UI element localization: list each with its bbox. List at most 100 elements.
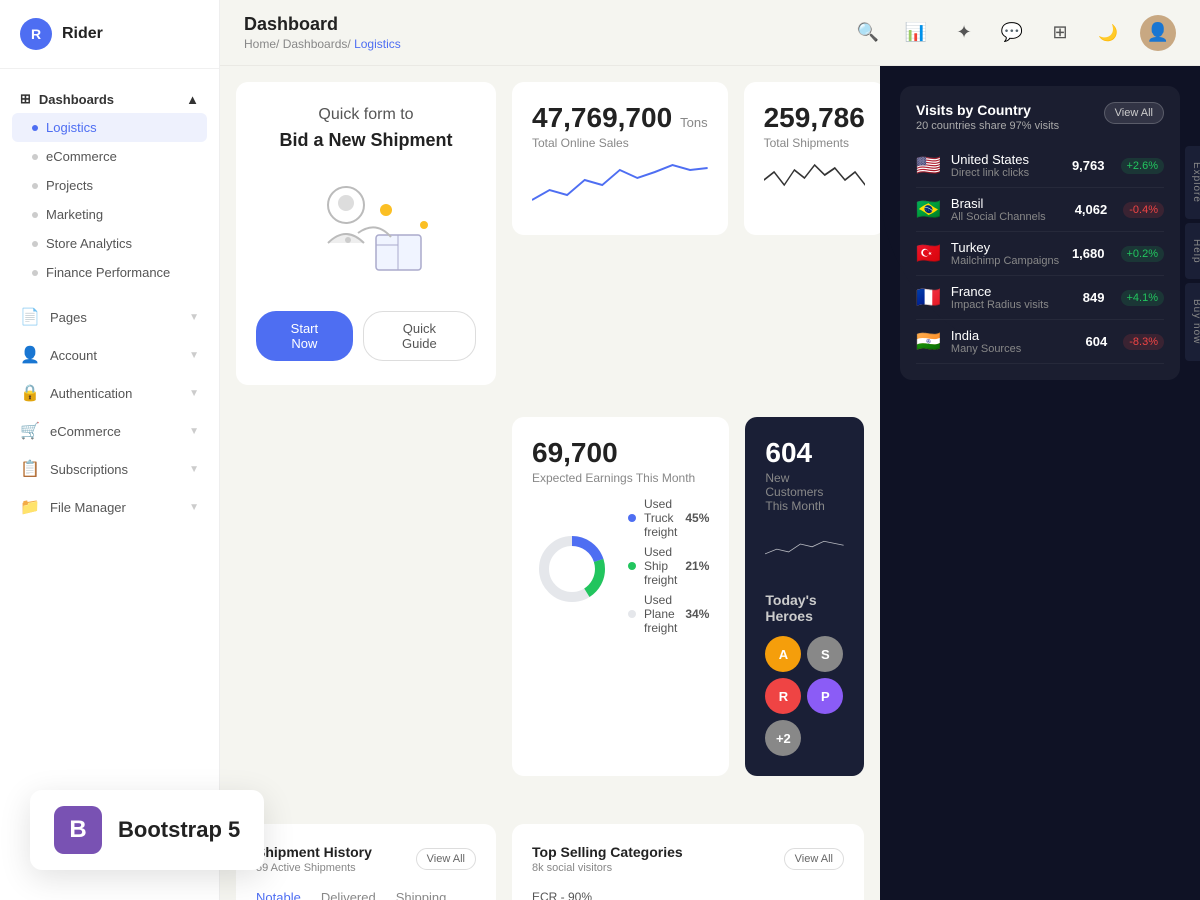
country-us: 🇺🇸 United States Direct link clicks 9,76… [916, 144, 1164, 188]
bootstrap-text: Bootstrap 5 [118, 817, 240, 843]
sidebar-item-logistics[interactable]: Logistics [12, 113, 207, 142]
header-right: 🔍 📊 ✦ 💬 ⊞ 🌙 👤 [852, 15, 1176, 51]
nav-account-label: Account [50, 348, 97, 363]
sidebar-item-ecommerce[interactable]: eCommerce [12, 142, 207, 171]
hero-avatar-r[interactable]: R [765, 678, 801, 714]
sidebar-item-marketing[interactable]: Marketing [12, 200, 207, 229]
breadcrumb-active: Logistics [354, 37, 401, 51]
country-source-us: Direct link clicks [951, 167, 1062, 179]
country-name-br: Brasil [951, 196, 1065, 211]
nav-subscriptions-label: Subscriptions [50, 462, 128, 477]
chevron-right-icon: ▼ [189, 426, 199, 437]
start-now-button[interactable]: Start Now [256, 311, 353, 361]
shipment-view-all-button[interactable]: View All [416, 848, 476, 870]
tab-delivered[interactable]: Delivered [321, 890, 376, 900]
nav-authentication[interactable]: 🔒 Authentication ▼ [8, 375, 211, 411]
nav-pages[interactable]: 📄 Pages ▼ [8, 299, 211, 335]
flag-fr: 🇫🇷 [916, 285, 941, 310]
shipment-history-card: Shipment History 59 Active Shipments Vie… [236, 824, 496, 900]
sidebar-item-label: Logistics [46, 120, 97, 135]
avatar[interactable]: 👤 [1140, 15, 1176, 51]
categories-title: Top Selling Categories [532, 844, 683, 860]
page-title: Dashboard [244, 14, 401, 35]
hero-avatar-s[interactable]: S [807, 636, 843, 672]
chevron-up-icon: ▲ [186, 92, 199, 107]
country-info-br: Brasil All Social Channels [951, 196, 1065, 223]
sidebar-item-label: eCommerce [46, 149, 117, 164]
bar-ecr: ECR - 90% 15,000 [532, 890, 844, 900]
sidebar-item-projects[interactable]: Projects [12, 171, 207, 200]
settings-icon[interactable]: ✦ [948, 17, 980, 49]
donut-container: Used Truck freight 45% Used Ship freight… [532, 497, 709, 641]
nav-subscriptions[interactable]: 📋 Subscriptions ▼ [8, 451, 211, 487]
country-name-us: United States [951, 152, 1062, 167]
country-name-tr: Turkey [951, 240, 1062, 255]
nav-account[interactable]: 👤 Account ▼ [8, 337, 211, 373]
sidebar-item-label: Store Analytics [46, 236, 132, 251]
bid-illustration [286, 175, 446, 295]
help-label[interactable]: Help [1185, 223, 1200, 280]
buy-now-label[interactable]: Buy now [1185, 283, 1200, 360]
bid-subtitle: Bid a New Shipment [279, 130, 452, 151]
logo[interactable]: R Rider [0, 0, 219, 69]
heroes-section: Today's Heroes A S R P +2 [765, 592, 844, 756]
total-sales-unit: Tons [680, 115, 707, 130]
sidebar-item-finance[interactable]: Finance Performance [12, 258, 207, 287]
dashboards-header[interactable]: ⊞ Dashboards ▲ [12, 85, 207, 113]
earnings-card: 69,700 Expected Earnings This Month [512, 417, 729, 776]
hero-avatar-p[interactable]: P [807, 678, 843, 714]
dark-mode-toggle[interactable]: 🌙 [1092, 17, 1124, 49]
nav-ecommerce[interactable]: 🛒 eCommerce ▼ [8, 413, 211, 449]
flag-tr: 🇹🇷 [916, 241, 941, 266]
country-br: 🇧🇷 Brasil All Social Channels 4,062 -0.4… [916, 188, 1164, 232]
nav-ecommerce-label: eCommerce [50, 424, 121, 439]
tab-shipping[interactable]: Shipping [396, 890, 447, 900]
country-info-in: India Many Sources [951, 328, 1076, 355]
categories-header-left: Top Selling Categories 8k social visitor… [532, 844, 683, 874]
truck-dot [628, 514, 636, 522]
chat-icon[interactable]: 💬 [996, 17, 1028, 49]
sidebar-item-label: Finance Performance [46, 265, 170, 280]
categories-view-all-button[interactable]: View All [784, 848, 844, 870]
nav-auth-label: Authentication [50, 386, 132, 401]
country-change-fr: +4.1% [1121, 290, 1165, 306]
breadcrumb-home: Home/ [244, 37, 279, 51]
country-name-in: India [951, 328, 1076, 343]
dashboards-icon: ⊞ [20, 91, 31, 107]
sidebar-item-store-analytics[interactable]: Store Analytics [12, 229, 207, 258]
country-change-tr: +0.2% [1121, 246, 1165, 262]
search-icon[interactable]: 🔍 [852, 17, 884, 49]
legend-plane: Used Plane freight 34% [628, 593, 709, 635]
heroes-avatars: A S R P +2 [765, 636, 844, 756]
explore-label[interactable]: Explore [1185, 146, 1200, 219]
chart-icon[interactable]: 📊 [900, 17, 932, 49]
visits-header: Visits by Country 20 countries share 97%… [916, 102, 1164, 132]
tab-notable[interactable]: Notable [256, 890, 301, 900]
avatar-icon: 👤 [1147, 22, 1169, 43]
country-visits-tr: 1,680 [1072, 246, 1105, 261]
grid-icon[interactable]: ⊞ [1044, 17, 1076, 49]
nav-section: 📄 Pages ▼ 👤 Account ▼ 🔒 Authentication ▼… [0, 299, 219, 525]
ship-pct: 21% [685, 559, 709, 573]
dot-icon [32, 183, 38, 189]
new-customers-value: 604 [765, 437, 844, 469]
pages-icon: 📄 [20, 307, 40, 327]
country-visits-br: 4,062 [1075, 202, 1108, 217]
visits-view-all-button[interactable]: View All [1104, 102, 1164, 124]
quick-guide-button[interactable]: Quick Guide [363, 311, 476, 361]
chevron-right-icon: ▼ [189, 388, 199, 399]
side-labels: Explore Help Buy now [1185, 146, 1200, 361]
plane-label: Used Plane freight [644, 593, 677, 635]
visits-section: Visits by Country 20 countries share 97%… [900, 86, 1180, 380]
shipment-tabs: Notable Delivered Shipping [256, 890, 476, 900]
hero-avatar-more[interactable]: +2 [765, 720, 801, 756]
nav-filemanager-label: File Manager [50, 500, 126, 515]
ship-dot [628, 562, 636, 570]
shipment-header: Shipment History 59 Active Shipments Vie… [256, 844, 476, 874]
nav-filemanager[interactable]: 📁 File Manager ▼ [8, 489, 211, 525]
earnings-label: Expected Earnings This Month [532, 471, 709, 485]
hero-avatar-a[interactable]: A [765, 636, 801, 672]
country-source-br: All Social Channels [951, 211, 1065, 223]
dashboards-section: ⊞ Dashboards ▲ Logistics eCommerce Proje… [0, 69, 219, 291]
country-fr: 🇫🇷 France Impact Radius visits 849 +4.1% [916, 276, 1164, 320]
